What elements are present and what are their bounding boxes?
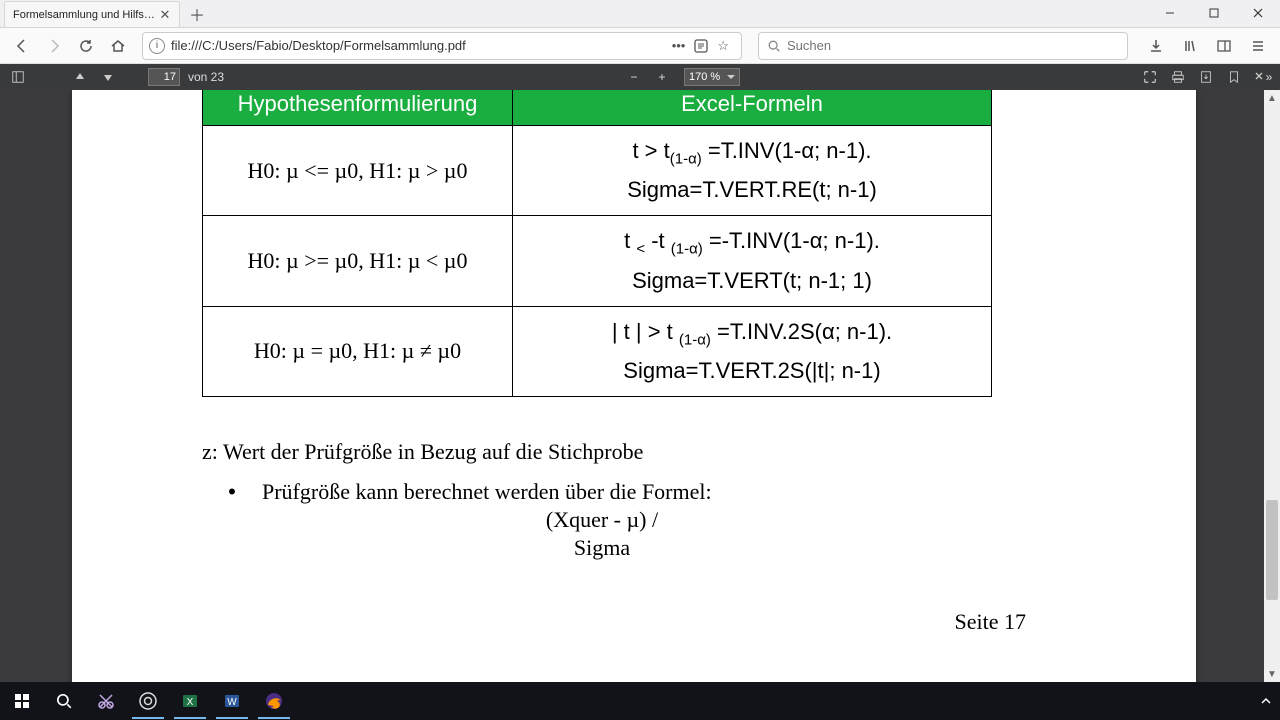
zoom-out-button[interactable]: −	[622, 66, 646, 88]
window-close-button[interactable]	[1236, 0, 1280, 27]
bookmark-view-button[interactable]	[1222, 66, 1246, 88]
downloads-icon[interactable]	[1142, 32, 1170, 60]
library-icon[interactable]	[1176, 32, 1204, 60]
presentation-mode-button[interactable]	[1138, 66, 1162, 88]
pdf-page: Hypothesenformulierung Excel-Formeln H0:…	[72, 90, 1196, 682]
back-button[interactable]	[8, 32, 36, 60]
taskbar-app-firefox[interactable]	[254, 683, 294, 719]
page-actions-icon[interactable]: •••	[672, 38, 686, 53]
taskbar-app-snip[interactable]	[86, 683, 126, 719]
zoom-select[interactable]: 170 %	[684, 68, 740, 86]
print-button[interactable]	[1166, 66, 1190, 88]
bullet-item: • Prüfgröße kann berechnet werden über d…	[202, 479, 1066, 505]
new-tab-button[interactable]: ＋	[184, 1, 210, 27]
table-cell: | t | > t (1-α) =T.INV.2S(α; n-1). Sigma…	[513, 306, 992, 396]
formula-line: (Xquer - µ) /	[372, 507, 832, 533]
svg-text:W: W	[227, 697, 237, 708]
scroll-thumb[interactable]	[1266, 500, 1278, 600]
bookmark-star-icon[interactable]: ☆	[717, 38, 729, 54]
table-cell: t < -t (1-α) =-T.INV(1-α; n-1). Sigma=T.…	[513, 216, 992, 306]
url-input[interactable]	[171, 38, 666, 53]
table-header: Excel-Formeln	[513, 90, 992, 126]
window-minimize-button[interactable]	[1148, 0, 1192, 27]
taskbar-app-obs[interactable]	[128, 683, 168, 719]
tab-title: Formelsammlung und Hilfsmittel S	[13, 9, 157, 21]
svg-text:X: X	[187, 697, 194, 708]
table-cell: t > t(1-α) =T.INV(1-α; n-1). Sigma=T.VER…	[513, 126, 992, 216]
close-tab-icon[interactable]: ✕	[157, 7, 173, 23]
menu-icon[interactable]	[1244, 32, 1272, 60]
table-header: Hypothesenformulierung	[203, 90, 513, 126]
table-cell: H0: µ = µ0, H1: µ ≠ µ0	[203, 306, 513, 396]
page-up-button[interactable]	[68, 66, 92, 88]
paragraph-z: z: Wert der Prüfgröße in Bezug auf die S…	[202, 439, 1066, 465]
reader-mode-icon[interactable]	[693, 38, 709, 54]
table-cell: H0: µ >= µ0, H1: µ < µ0	[203, 216, 513, 306]
search-bar[interactable]	[758, 32, 1128, 60]
tools-button[interactable]: »	[1250, 66, 1274, 88]
bullet-dot-icon: •	[202, 479, 262, 505]
scroll-down-icon[interactable]: ▼	[1264, 666, 1280, 682]
vertical-scrollbar[interactable]: ▲ ▼	[1264, 90, 1280, 682]
taskbar-app-excel[interactable]: X	[170, 683, 210, 719]
search-icon	[767, 39, 781, 53]
start-button[interactable]	[2, 683, 42, 719]
home-button[interactable]	[104, 32, 132, 60]
page-count-label: von 23	[188, 70, 224, 84]
taskbar-app-word[interactable]: W	[212, 683, 252, 719]
window-maximize-button[interactable]	[1192, 0, 1236, 27]
address-bar[interactable]: i ••• ☆	[142, 32, 742, 60]
search-input[interactable]	[787, 38, 1119, 53]
toggle-sidebar-button[interactable]	[6, 66, 30, 88]
page-down-button[interactable]	[96, 66, 120, 88]
browser-tab[interactable]: Formelsammlung und Hilfsmittel S ✕	[4, 1, 180, 27]
taskbar-search-button[interactable]	[44, 683, 84, 719]
page-number-input[interactable]	[148, 68, 180, 86]
forward-button[interactable]	[40, 32, 68, 60]
tray-overflow-icon[interactable]	[1254, 683, 1278, 719]
page-number-label: Seite 17	[202, 609, 1066, 635]
reload-button[interactable]	[72, 32, 100, 60]
scroll-up-icon[interactable]: ▲	[1264, 90, 1280, 106]
hypothesis-table: Hypothesenformulierung Excel-Formeln H0:…	[202, 90, 992, 397]
formula-line: Sigma	[372, 535, 832, 561]
download-pdf-button[interactable]	[1194, 66, 1218, 88]
table-cell: H0: µ <= µ0, H1: µ > µ0	[203, 126, 513, 216]
zoom-in-button[interactable]: +	[650, 66, 674, 88]
sidebar-icon[interactable]	[1210, 32, 1238, 60]
site-info-icon[interactable]: i	[149, 38, 165, 54]
